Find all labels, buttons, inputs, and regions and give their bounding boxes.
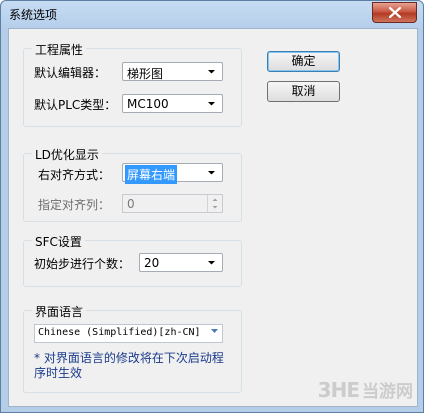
language-change-note: * 对界面语言的修改将在下次启动程序时生效 <box>34 351 224 380</box>
spin-arrows-icon <box>212 198 218 209</box>
group-title-project: 工程属性 <box>32 41 87 58</box>
default-plc-value: MC100 <box>127 97 169 111</box>
chevron-down-icon <box>208 261 215 265</box>
language-value: Chinese (Simplified)[zh-CN] <box>38 327 201 338</box>
group-title-sfc: SFC设置 <box>32 233 85 250</box>
close-icon <box>388 7 401 18</box>
right-align-select[interactable]: 屏幕右端 <box>122 163 223 184</box>
default-editor-label: 默认编辑器： <box>34 66 107 80</box>
watermark-logo: 3HE <box>317 377 360 402</box>
watermark-text: 当游网 <box>362 382 413 402</box>
default-editor-select[interactable]: 梯形图 <box>122 62 223 81</box>
default-plc-label: 默认PLC类型： <box>34 98 117 112</box>
dialog-window: 系统选项 工程属性 默认编辑器： 梯形图 默认PLC类型： MC100 LD优化… <box>0 0 424 413</box>
cancel-button[interactable]: 取消 <box>267 81 340 102</box>
dialog-client-area: 工程属性 默认编辑器： 梯形图 默认PLC类型： MC100 LD优化显示 右对… <box>8 28 418 407</box>
chevron-down-icon <box>208 70 215 74</box>
group-title-ld: LD优化显示 <box>32 146 102 163</box>
ok-button[interactable]: 确定 <box>267 51 340 72</box>
chevron-down-icon <box>208 102 215 106</box>
sfc-settings-group: SFC设置 初始步进行个数： 20 <box>23 233 242 287</box>
default-plc-select[interactable]: MC100 <box>122 94 223 113</box>
close-button[interactable] <box>372 2 417 23</box>
interface-language-group: 界面语言 Chinese (Simplified)[zh-CN] * 对界面语言… <box>23 303 242 393</box>
group-title-language: 界面语言 <box>32 303 87 320</box>
align-column-spinner[interactable]: 0 <box>122 194 223 213</box>
window-title: 系统选项 <box>9 8 58 22</box>
language-select[interactable]: Chinese (Simplified)[zh-CN] <box>34 324 223 343</box>
right-align-label: 右对齐方式： <box>38 168 111 182</box>
align-column-label: 指定对齐列： <box>38 198 111 212</box>
ld-display-group: LD优化显示 右对齐方式： 屏幕右端 指定对齐列： 0 <box>23 146 242 222</box>
default-editor-value: 梯形图 <box>127 67 164 81</box>
watermark: 3HE 当游网 <box>317 377 413 403</box>
spinner-buttons[interactable] <box>207 195 222 212</box>
initial-steps-select[interactable]: 20 <box>139 253 223 272</box>
right-align-value: 屏幕右端 <box>125 165 178 184</box>
initial-steps-label: 初始步进行个数： <box>34 257 131 271</box>
chevron-down-icon <box>208 171 215 175</box>
initial-steps-value: 20 <box>144 256 160 270</box>
align-column-value: 0 <box>127 197 135 211</box>
chevron-down-icon <box>211 329 218 333</box>
title-bar[interactable]: 系统选项 <box>1 1 423 27</box>
project-properties-group: 工程属性 默认编辑器： 梯形图 默认PLC类型： MC100 <box>23 41 242 127</box>
